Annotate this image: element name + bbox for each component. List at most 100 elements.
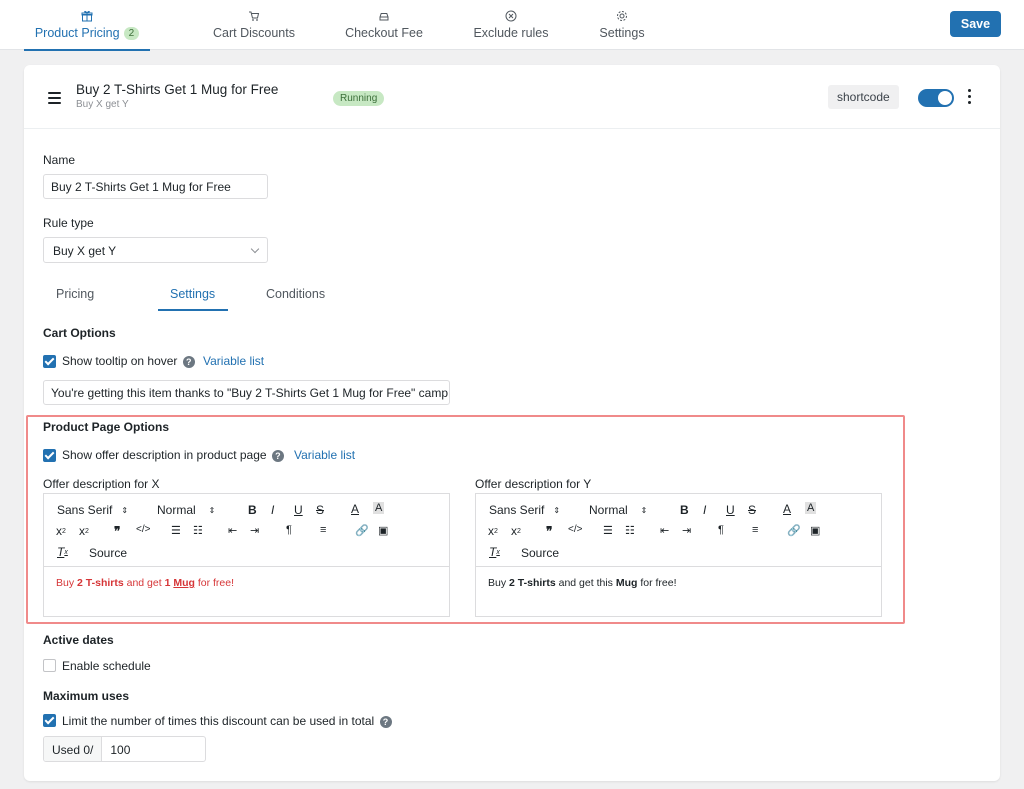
background-color-icon[interactable]: A — [805, 502, 817, 514]
font-color-icon[interactable]: A — [351, 502, 359, 516]
rule-type-label: Rule type — [43, 216, 94, 230]
top-navigation: Product Pricing 2 Cart Discounts Checkou… — [0, 0, 1024, 51]
font-select[interactable]: Sans Serif ⇕ — [489, 503, 560, 517]
limit-label-text: Limit the number of times this discount … — [62, 714, 375, 728]
link-icon[interactable]: 🔗 — [355, 524, 369, 537]
blockquote-icon[interactable]: ❞ — [114, 524, 120, 538]
ordered-list-icon[interactable]: ☰ — [171, 524, 181, 537]
tooltip-label-text: Show tooltip on hover — [62, 354, 178, 368]
editor-toolbar: Sans Serif ⇕ Normal ⇕ B I U S A A x2 x2 ❞ … — [44, 494, 449, 567]
product-page-options-heading: Product Page Options — [43, 420, 170, 434]
variable-list-link[interactable]: Variable list — [203, 354, 264, 368]
drag-handle-icon[interactable] — [48, 92, 61, 107]
tab-product-pricing[interactable]: Product Pricing 2 — [24, 8, 150, 51]
text-direction-icon[interactable]: ¶ — [718, 524, 724, 536]
indent-increase-icon[interactable]: ⇥ — [682, 524, 691, 537]
indent-increase-icon[interactable]: ⇥ — [250, 524, 259, 537]
tab-settings[interactable]: Settings — [596, 8, 648, 50]
rule-card: Buy 2 T-Shirts Get 1 Mug for Free Buy X … — [24, 65, 1000, 781]
rule-type-value: Buy X get Y — [53, 244, 117, 258]
tab-exclude-rules[interactable]: Exclude rules — [472, 8, 550, 50]
cart-options-heading: Cart Options — [43, 326, 116, 340]
italic-icon[interactable]: I — [271, 503, 274, 517]
size-select-value: Normal — [157, 503, 196, 517]
align-icon[interactable]: ≡ — [752, 524, 758, 536]
subscript-icon[interactable]: x2 — [488, 524, 498, 538]
more-options-icon[interactable] — [968, 89, 972, 107]
background-color-icon[interactable]: A — [373, 502, 385, 514]
image-icon[interactable]: ▣ — [810, 524, 820, 537]
image-icon[interactable]: ▣ — [378, 524, 388, 537]
x-circle-icon — [505, 8, 517, 24]
subscript-icon[interactable]: x2 — [56, 524, 66, 538]
car-icon — [378, 8, 390, 24]
offer-description-checkbox[interactable] — [43, 449, 56, 462]
font-select-value: Sans Serif — [489, 503, 545, 517]
ordered-list-icon[interactable]: ☰ — [603, 524, 613, 537]
subtab-pricing[interactable]: Pricing — [56, 287, 94, 301]
italic-icon[interactable]: I — [703, 503, 706, 517]
offer-y-editor: Sans Serif ⇕ Normal ⇕ B I U S A A x2 x2 ❞ … — [475, 493, 882, 617]
text-direction-icon[interactable]: ¶ — [286, 524, 292, 536]
clear-format-icon[interactable]: Tx — [57, 545, 68, 559]
superscript-icon[interactable]: x2 — [79, 524, 89, 538]
strikethrough-icon[interactable]: S — [748, 503, 756, 517]
offer-y-label: Offer description for Y — [475, 477, 592, 491]
tab-label: Checkout Fee — [345, 26, 423, 40]
status-badge: Running — [333, 91, 385, 106]
bold-icon[interactable]: B — [248, 503, 257, 517]
tooltip-checkbox-label: Show tooltip on hover ? — [62, 354, 195, 368]
help-icon[interactable]: ? — [271, 449, 284, 462]
clear-format-icon[interactable]: Tx — [489, 545, 500, 559]
font-color-icon[interactable]: A — [783, 502, 791, 516]
chevron-down-icon — [250, 244, 260, 254]
help-icon[interactable]: ? — [379, 715, 392, 728]
active-dates-heading: Active dates — [43, 633, 114, 647]
code-block-icon[interactable]: </> — [136, 524, 150, 535]
bullet-list-icon[interactable]: ☷ — [625, 524, 635, 537]
schedule-checkbox[interactable] — [43, 659, 56, 672]
offer-checkbox-label: Show offer description in product page ? — [62, 448, 284, 462]
tab-label: Settings — [599, 26, 645, 40]
align-icon[interactable]: ≡ — [320, 524, 326, 536]
underline-icon[interactable]: U — [294, 503, 303, 517]
tooltip-text-input[interactable]: You're getting this item thanks to "Buy … — [43, 380, 450, 405]
usage-limit-group: Used 0/ 100 — [43, 736, 206, 762]
subtab-conditions[interactable]: Conditions — [266, 287, 325, 301]
source-button[interactable]: Source — [521, 546, 559, 560]
name-input[interactable]: Buy 2 T-Shirts Get 1 Mug for Free — [43, 174, 268, 199]
save-button[interactable]: Save — [950, 11, 1001, 37]
rule-type-select[interactable]: Buy X get Y — [43, 237, 268, 263]
offer-x-label: Offer description for X — [43, 477, 160, 491]
blockquote-icon[interactable]: ❞ — [546, 524, 552, 538]
limit-checkbox[interactable] — [43, 714, 56, 727]
bullet-list-icon[interactable]: ☷ — [193, 524, 203, 537]
underline-icon[interactable]: U — [726, 503, 735, 517]
help-icon[interactable]: ? — [182, 355, 195, 368]
editor-content[interactable]: Buy 2 T-shirts and get 1 Mug for free! — [44, 567, 449, 599]
indent-decrease-icon[interactable]: ⇤ — [228, 524, 237, 537]
subtab-settings[interactable]: Settings — [170, 287, 215, 301]
strikethrough-icon[interactable]: S — [316, 503, 324, 517]
bold-icon[interactable]: B — [680, 503, 689, 517]
link-icon[interactable]: 🔗 — [787, 524, 801, 537]
indent-decrease-icon[interactable]: ⇤ — [660, 524, 669, 537]
maximum-uses-heading: Maximum uses — [43, 689, 130, 703]
shortcode-button[interactable]: shortcode — [828, 85, 899, 109]
gear-icon — [616, 8, 628, 24]
rule-enabled-toggle[interactable] — [918, 89, 954, 107]
code-block-icon[interactable]: </> — [568, 524, 582, 535]
tab-checkout-fee[interactable]: Checkout Fee — [344, 8, 424, 50]
superscript-icon[interactable]: x2 — [511, 524, 521, 538]
font-select[interactable]: Sans Serif ⇕ — [57, 503, 128, 517]
updown-icon: ⇕ — [640, 505, 648, 515]
usage-limit-input[interactable]: 100 — [102, 737, 138, 761]
source-button[interactable]: Source — [89, 546, 127, 560]
size-select[interactable]: Normal ⇕ — [157, 503, 215, 517]
tooltip-checkbox[interactable] — [43, 355, 56, 368]
variable-list-link[interactable]: Variable list — [294, 448, 355, 462]
offer-label-text: Show offer description in product page — [62, 448, 267, 462]
tab-cart-discounts[interactable]: Cart Discounts — [208, 8, 300, 50]
editor-content[interactable]: Buy 2 T-shirts and get this Mug for free… — [476, 567, 881, 599]
size-select[interactable]: Normal ⇕ — [589, 503, 647, 517]
